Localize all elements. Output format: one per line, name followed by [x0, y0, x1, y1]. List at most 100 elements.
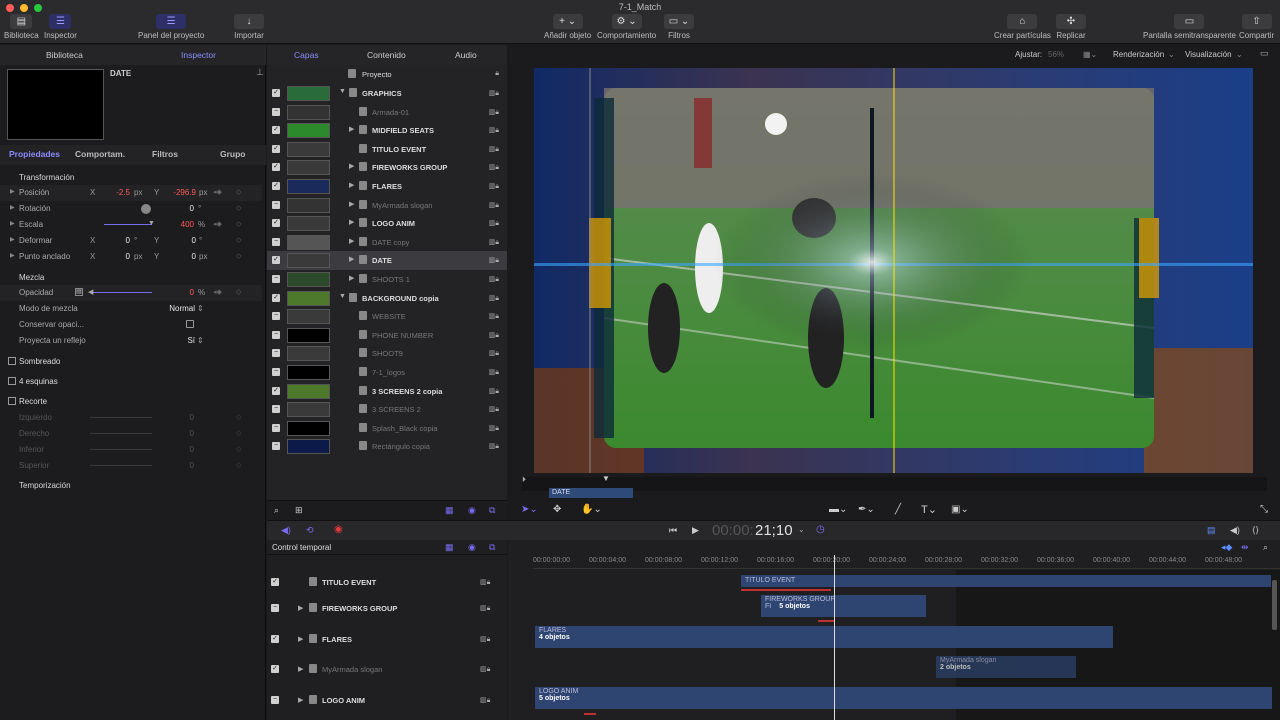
lock-icon[interactable]: ▥🔒︎: [489, 405, 499, 414]
filters-button[interactable]: ▭ ⌄ Filtros: [664, 14, 694, 40]
keyframe-nav-icon[interactable]: ◂◆: [213, 220, 222, 228]
semitransparent-button[interactable]: ▭ Pantalla semitransparente: [1143, 14, 1236, 40]
library-button[interactable]: ▤ Biblioteca: [4, 14, 39, 40]
lock-icon[interactable]: ▥🔒︎: [489, 219, 499, 228]
tab-content[interactable]: Contenido: [367, 50, 406, 60]
layer-row[interactable]: − Armada-01 ▥🔒︎: [267, 103, 507, 122]
keyframe-icon[interactable]: ◇: [236, 288, 241, 296]
crop-left-slider[interactable]: [90, 417, 152, 418]
disclosure-closed-icon[interactable]: ▶: [349, 181, 354, 189]
keyframe-icon[interactable]: ◇: [236, 204, 241, 212]
canvas-video-frame[interactable]: [534, 68, 1253, 473]
layer-visibility-checkbox[interactable]: ✓: [272, 89, 280, 97]
timecode-options-icon[interactable]: ◷: [816, 524, 825, 535]
new-group-icon[interactable]: ⊞: [295, 505, 303, 516]
layer-visibility-checkbox[interactable]: −: [272, 405, 280, 414]
disclosure-closed-icon[interactable]: ▶: [349, 162, 354, 170]
lock-icon[interactable]: ▥🔒︎: [489, 89, 499, 98]
shape-tool-icon[interactable]: ▬⌄: [829, 504, 847, 515]
layer-row[interactable]: ✓ ▶ MIDFIELD SEATS ▥🔒︎: [267, 121, 507, 140]
behavior-button[interactable]: ⚙ ⌄ Comportamiento: [597, 14, 656, 40]
reflection-select[interactable]: Sí: [170, 336, 195, 345]
layer-row[interactable]: − WEBSITE ▥🔒︎: [267, 307, 507, 326]
disclosure-closed-icon[interactable]: ▶: [349, 255, 354, 263]
playhead-icon[interactable]: ▼: [602, 474, 610, 483]
layer-row[interactable]: ✓ ▼ GRAPHICS ▥🔒︎: [267, 84, 507, 103]
anchor-x-value[interactable]: 0: [110, 252, 130, 261]
disclosure-closed-icon[interactable]: ▶: [349, 125, 354, 133]
layer-row[interactable]: − SHOOT9 ▥🔒︎: [267, 344, 507, 363]
layer-visibility-checkbox[interactable]: −: [272, 330, 280, 339]
crop-right-value[interactable]: 0: [170, 429, 194, 438]
grid-icon[interactable]: ▦: [445, 505, 454, 516]
timeline-track-row[interactable]: ✓ ▶ MyArmada slogan ▥🔒︎: [267, 664, 507, 678]
layer-visibility-checkbox[interactable]: −: [272, 368, 280, 376]
keyframe-icon[interactable]: ◇: [236, 188, 241, 196]
timing-section-title[interactable]: Temporización: [19, 481, 71, 490]
disclosure-open-icon[interactable]: ▼: [339, 293, 346, 300]
lock-icon[interactable]: ▥🔒︎: [480, 696, 490, 705]
layer-row[interactable]: ✓ ▼ BACKGROUND copia ▥🔒︎: [267, 289, 507, 308]
go-to-start-icon[interactable]: ⏮: [669, 525, 677, 536]
lock-icon[interactable]: ▥🔒︎: [489, 368, 499, 377]
layer-visibility-checkbox[interactable]: ✓: [272, 182, 280, 190]
timeline-ruler[interactable]: 00:00:00;00 00:00:04;00 00:00:08;00 00:00:1…: [533, 555, 1280, 569]
clip-flares[interactable]: FLARES 4 objetos: [535, 626, 1113, 648]
vertical-scrollbar[interactable]: [1272, 580, 1277, 630]
lock-icon[interactable]: ▥🔒︎: [480, 665, 490, 674]
shear-y-value[interactable]: 0: [176, 236, 196, 245]
crop-top-slider[interactable]: [90, 465, 152, 466]
keyframe-nav-icon[interactable]: ◂◆: [213, 288, 222, 296]
share-button[interactable]: ⇧ Compartir: [1239, 14, 1274, 40]
text-tool-icon[interactable]: T⌄: [921, 503, 937, 516]
tab-behaviors[interactable]: Comportam.: [75, 149, 125, 159]
paint-tool-icon[interactable]: ╱: [895, 504, 901, 515]
scale-slider[interactable]: [104, 224, 152, 225]
opacity-slider[interactable]: [90, 292, 152, 293]
disclosure-triangle-icon[interactable]: ▶: [10, 188, 15, 195]
layers-view-icon[interactable]: ⧉: [489, 542, 495, 553]
tab-filters[interactable]: Filtros: [152, 149, 178, 159]
view-menu[interactable]: Visualización: [1185, 50, 1232, 59]
pin-icon[interactable]: ⊥: [256, 67, 264, 78]
lock-icon[interactable]: ▥🔒︎: [489, 275, 499, 284]
keyframe-nav-icon[interactable]: ◂◆: [213, 188, 222, 196]
lock-icon[interactable]: ▥🔒︎: [489, 294, 499, 303]
layer-row[interactable]: − 3 SCREENS 2 ▥🔒︎: [267, 400, 507, 419]
snapping-icon[interactable]: ⇹: [1241, 542, 1249, 553]
layer-visibility-checkbox[interactable]: −: [272, 442, 280, 451]
layer-row[interactable]: ✓ ▶ LOGO ANIM ▥🔒︎: [267, 214, 507, 233]
layer-row[interactable]: ✓ ▶ DATE ▥🔒︎: [267, 251, 507, 270]
layer-visibility-checkbox[interactable]: −: [272, 107, 280, 116]
tab-inspector[interactable]: Inspector: [181, 50, 216, 60]
tab-layers[interactable]: Capas: [294, 50, 319, 60]
disclosure-triangle-icon[interactable]: ▶: [10, 236, 15, 243]
mask-tool-icon[interactable]: ▣⌄: [951, 504, 969, 515]
shadow-checkbox[interactable]: [8, 357, 16, 365]
keyframe-icon[interactable]: ◇: [236, 445, 241, 453]
lock-icon[interactable]: ▥🔒︎: [480, 635, 490, 644]
lock-icon[interactable]: ▥🔒︎: [489, 145, 499, 154]
disclosure-closed-icon[interactable]: ▶: [298, 665, 303, 673]
layer-visibility-checkbox[interactable]: ✓: [272, 386, 280, 395]
layout-icon[interactable]: ▭: [1260, 48, 1269, 59]
crop-right-slider[interactable]: [90, 433, 152, 434]
color-channel-icon[interactable]: ▦⌄: [1083, 50, 1097, 59]
lock-icon[interactable]: ▥🔒︎: [489, 256, 499, 265]
render-menu[interactable]: Renderización: [1113, 50, 1164, 59]
loop-icon[interactable]: ⟲: [306, 525, 314, 536]
layer-row[interactable]: − ▶ SHOOTS 1 ▥🔒︎: [267, 270, 507, 289]
lock-icon[interactable]: ▥🔒︎: [489, 331, 499, 340]
layer-visibility-checkbox[interactable]: ✓: [272, 256, 280, 265]
disclosure-closed-icon[interactable]: ▶: [349, 200, 354, 208]
clip-fireworks-group[interactable]: FIREWORKS GROUP FI 5 objetos: [761, 595, 926, 617]
layer-row[interactable]: ✓ ▶ FIREWORKS GROUP ▥🔒︎: [267, 158, 507, 177]
keyframe-icon[interactable]: ◇: [236, 413, 241, 421]
lock-icon[interactable]: 🔒︎: [495, 70, 499, 78]
position-x-value[interactable]: -2.5: [100, 188, 130, 197]
keyframe-icon[interactable]: ◇: [236, 236, 241, 244]
disclosure-triangle-icon[interactable]: ▶: [10, 220, 15, 227]
clip-logo-anim[interactable]: LOGO ANIM 5 objetos: [535, 687, 1272, 709]
transform-tool-icon[interactable]: ✥: [553, 504, 561, 515]
layer-row[interactable]: ✓ 3 SCREENS 2 copia ▥🔒︎: [267, 382, 507, 401]
